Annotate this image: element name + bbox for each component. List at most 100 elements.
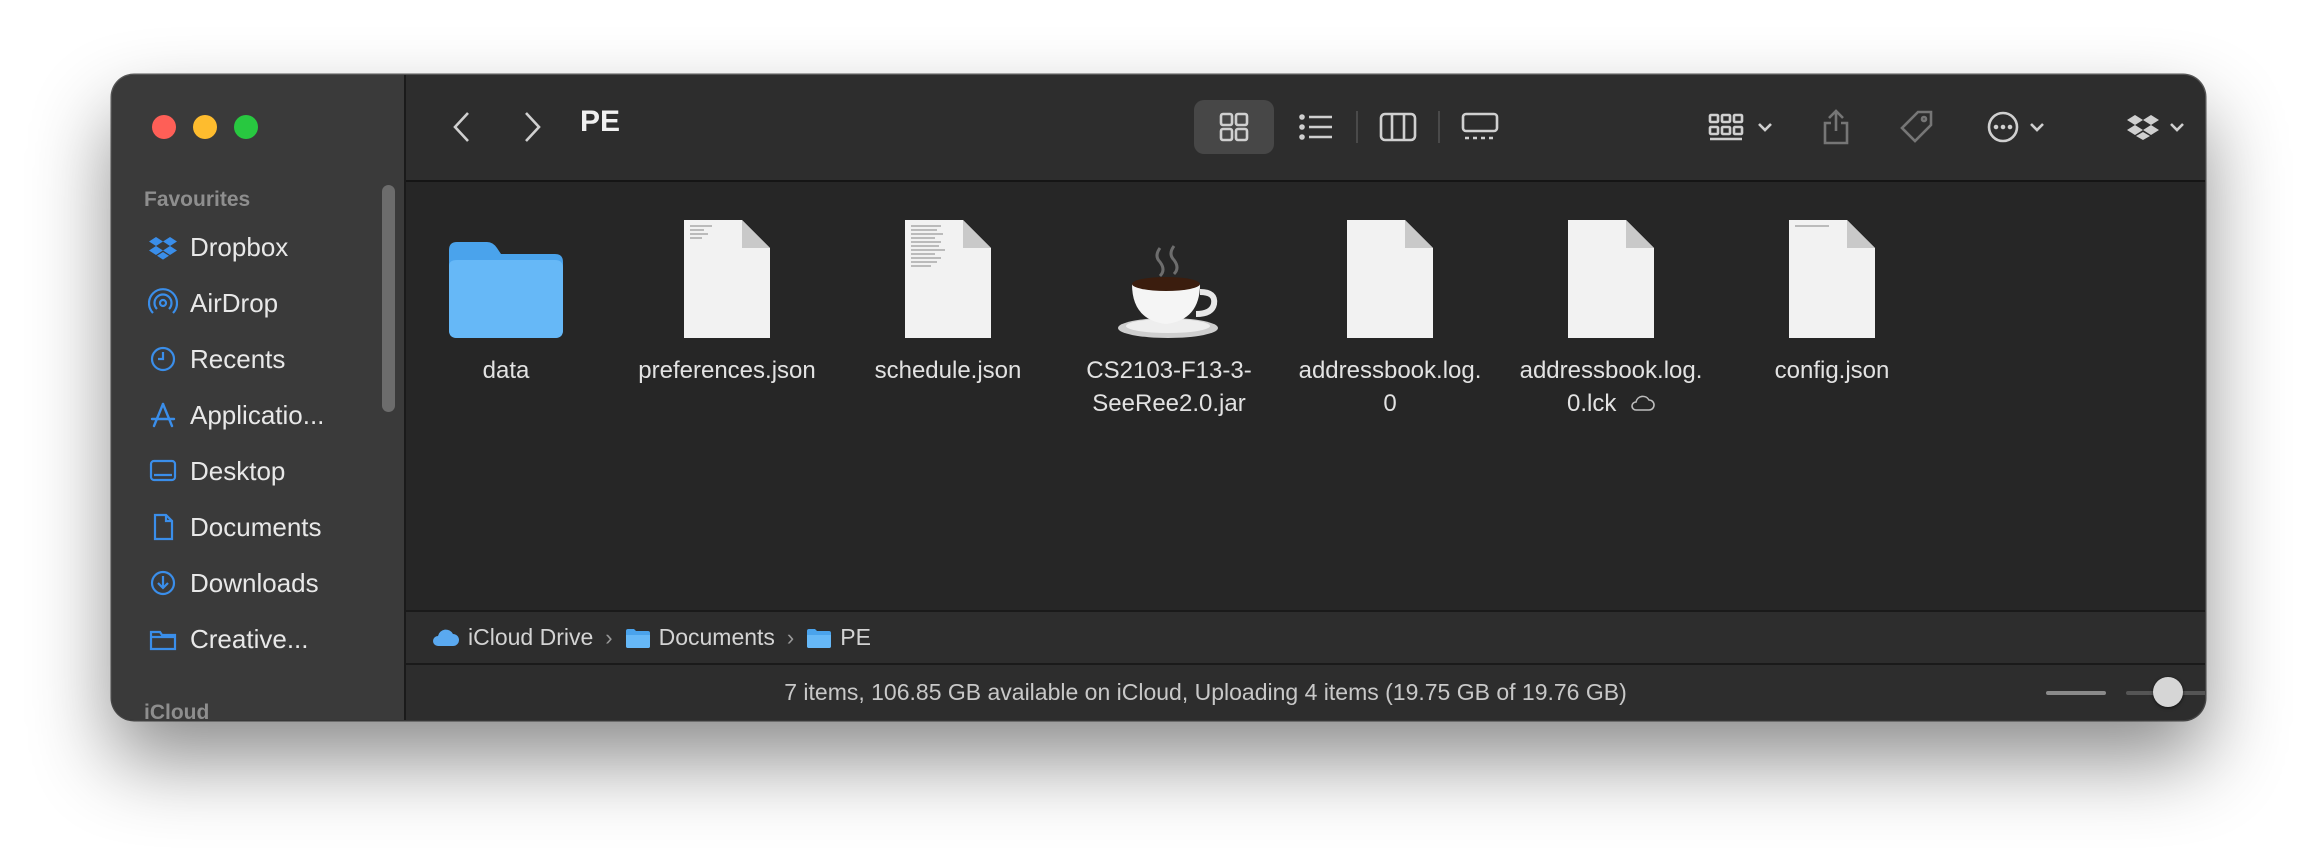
- sidebar: Favourites Dropbox AirDrop Recents Appli…: [112, 75, 406, 720]
- path-crumb-label: iCloud Drive: [468, 624, 594, 650]
- file-name-line-2: 0.lck: [1566, 390, 1617, 417]
- minimize-button[interactable]: [193, 115, 217, 139]
- gallery-icon: [1461, 112, 1499, 140]
- column-view-button[interactable]: [1358, 100, 1438, 154]
- document-icon: [153, 513, 174, 541]
- folder-icon: [149, 630, 177, 651]
- list-icon: [1299, 114, 1332, 140]
- group-grid-icon: [1708, 113, 1744, 141]
- dropbox-icon: [2127, 115, 2159, 140]
- folder-icon: [449, 242, 563, 338]
- slider-track-filled: [2046, 691, 2106, 695]
- forward-button[interactable]: [512, 107, 552, 147]
- file-icon: [1789, 220, 1875, 338]
- slider-knob[interactable]: [2153, 677, 2183, 707]
- file-grid: data preferences.json schedule.json CS21…: [406, 182, 2205, 610]
- applications-icon: [150, 402, 176, 428]
- path-separator: ›: [605, 624, 613, 650]
- path-crumb-documents[interactable]: Documents: [625, 624, 775, 651]
- sidebar-section-favourites: Favourites: [144, 188, 251, 211]
- java-coffee-icon: [1118, 245, 1218, 338]
- sidebar-item-label: Creative...: [190, 623, 309, 654]
- sidebar-item-creative[interactable]: Creative...: [148, 619, 309, 659]
- file-item-preferences-json[interactable]: preferences.json: [627, 212, 827, 387]
- file-name: schedule.json: [874, 357, 1022, 384]
- path-bar: iCloud Drive › Documents › PE: [406, 610, 2205, 665]
- path-separator: ›: [786, 624, 795, 650]
- sidebar-item-label: Dropbox: [190, 231, 289, 262]
- file-name: data: [482, 357, 530, 384]
- icloud-icon: [433, 629, 459, 646]
- chevron-down-icon: [2030, 123, 2044, 132]
- more-actions-button[interactable]: [1971, 100, 2061, 154]
- sidebar-item-airdrop[interactable]: AirDrop: [148, 283, 278, 323]
- chevron-down-icon: [1758, 123, 1772, 132]
- file-name-line-2: SeeRee2.0.jar: [1092, 390, 1246, 417]
- sidebar-item-documents[interactable]: Documents: [148, 507, 322, 547]
- desktop-icon: [149, 459, 177, 482]
- window-controls: [152, 115, 258, 139]
- main-pane: PE data preferences.json schedule.json C…: [406, 75, 2205, 720]
- folder-icon: [807, 628, 832, 648]
- group-by-button[interactable]: [1696, 100, 1786, 154]
- dropbox-icon: [149, 237, 177, 260]
- file-icon: [1568, 220, 1654, 338]
- file-name: preferences.json: [638, 357, 816, 384]
- finder-window: Favourites Dropbox AirDrop Recents Appli…: [112, 75, 2205, 720]
- share-icon: [1823, 109, 1849, 145]
- ellipsis-circle-icon: [1987, 111, 2019, 143]
- file-name-line-2-row: 0.lck: [1511, 387, 1711, 420]
- tag-icon: [1900, 110, 1933, 143]
- toolbar: PE: [406, 75, 2205, 182]
- clock-icon: [150, 346, 176, 372]
- file-name-line-2: 0: [1383, 390, 1397, 417]
- folder-icon: [625, 628, 650, 648]
- list-view-button[interactable]: [1276, 100, 1356, 154]
- file-name-line-1: addressbook.log.: [1298, 357, 1482, 384]
- sidebar-item-label: Recents: [190, 343, 286, 374]
- sidebar-item-downloads[interactable]: Downloads: [148, 563, 319, 603]
- file-icon: [905, 220, 991, 338]
- download-icon: [150, 570, 176, 596]
- tag-button[interactable]: [1886, 100, 1946, 154]
- share-button[interactable]: [1806, 100, 1866, 154]
- file-name: config.json: [1774, 357, 1890, 384]
- sidebar-item-recents[interactable]: Recents: [148, 339, 285, 379]
- sidebar-scrollbar[interactable]: [382, 185, 395, 412]
- path-crumb-icloud-drive[interactable]: iCloud Drive: [430, 624, 593, 651]
- sidebar-item-label: Documents: [190, 511, 322, 542]
- sidebar-item-label: Applicatio...: [190, 399, 325, 430]
- file-item-config-json[interactable]: config.json: [1732, 212, 1932, 387]
- path-crumb-label: Documents: [658, 624, 775, 650]
- file-item-schedule-json[interactable]: schedule.json: [848, 212, 1048, 387]
- file-name-line-1: addressbook.log.: [1519, 357, 1703, 384]
- file-item-addressbook-log-0-lck[interactable]: addressbook.log. 0.lck: [1511, 212, 1711, 420]
- sidebar-section-icloud: iCloud: [144, 701, 210, 720]
- gallery-view-button[interactable]: [1440, 100, 1520, 154]
- sidebar-item-applications[interactable]: Applicatio...: [148, 395, 324, 435]
- chevron-right-icon: [525, 112, 541, 142]
- file-item-jar[interactable]: CS2103-F13-3- SeeRee2.0.jar: [1069, 212, 1269, 420]
- path-crumb-pe[interactable]: PE: [806, 624, 871, 651]
- airdrop-icon: [148, 288, 178, 314]
- chevron-left-icon: [453, 112, 469, 142]
- dropbox-menu-button[interactable]: [2116, 100, 2196, 154]
- sidebar-item-label: Downloads: [190, 567, 319, 598]
- grid-icon: [1219, 112, 1249, 142]
- icon-view-button[interactable]: [1194, 100, 1274, 154]
- file-item-data[interactable]: data: [406, 212, 606, 387]
- cloud-icon: [1631, 395, 1655, 411]
- zoom-button[interactable]: [234, 115, 258, 139]
- status-bar: 7 items, 106.85 GB available on iCloud, …: [406, 665, 2205, 720]
- back-button[interactable]: [442, 107, 482, 147]
- sidebar-item-dropbox[interactable]: Dropbox: [148, 227, 288, 267]
- status-text: 7 items, 106.85 GB available on iCloud, …: [784, 679, 1627, 705]
- window-title: PE: [580, 105, 621, 138]
- sidebar-item-desktop[interactable]: Desktop: [148, 451, 285, 491]
- sidebar-item-label: Desktop: [190, 455, 286, 486]
- file-icon: [1347, 220, 1433, 338]
- sidebar-item-label: AirDrop: [190, 287, 279, 318]
- close-button[interactable]: [152, 115, 176, 139]
- file-item-addressbook-log-0[interactable]: addressbook.log. 0: [1290, 212, 1490, 420]
- path-crumb-label: PE: [840, 624, 871, 650]
